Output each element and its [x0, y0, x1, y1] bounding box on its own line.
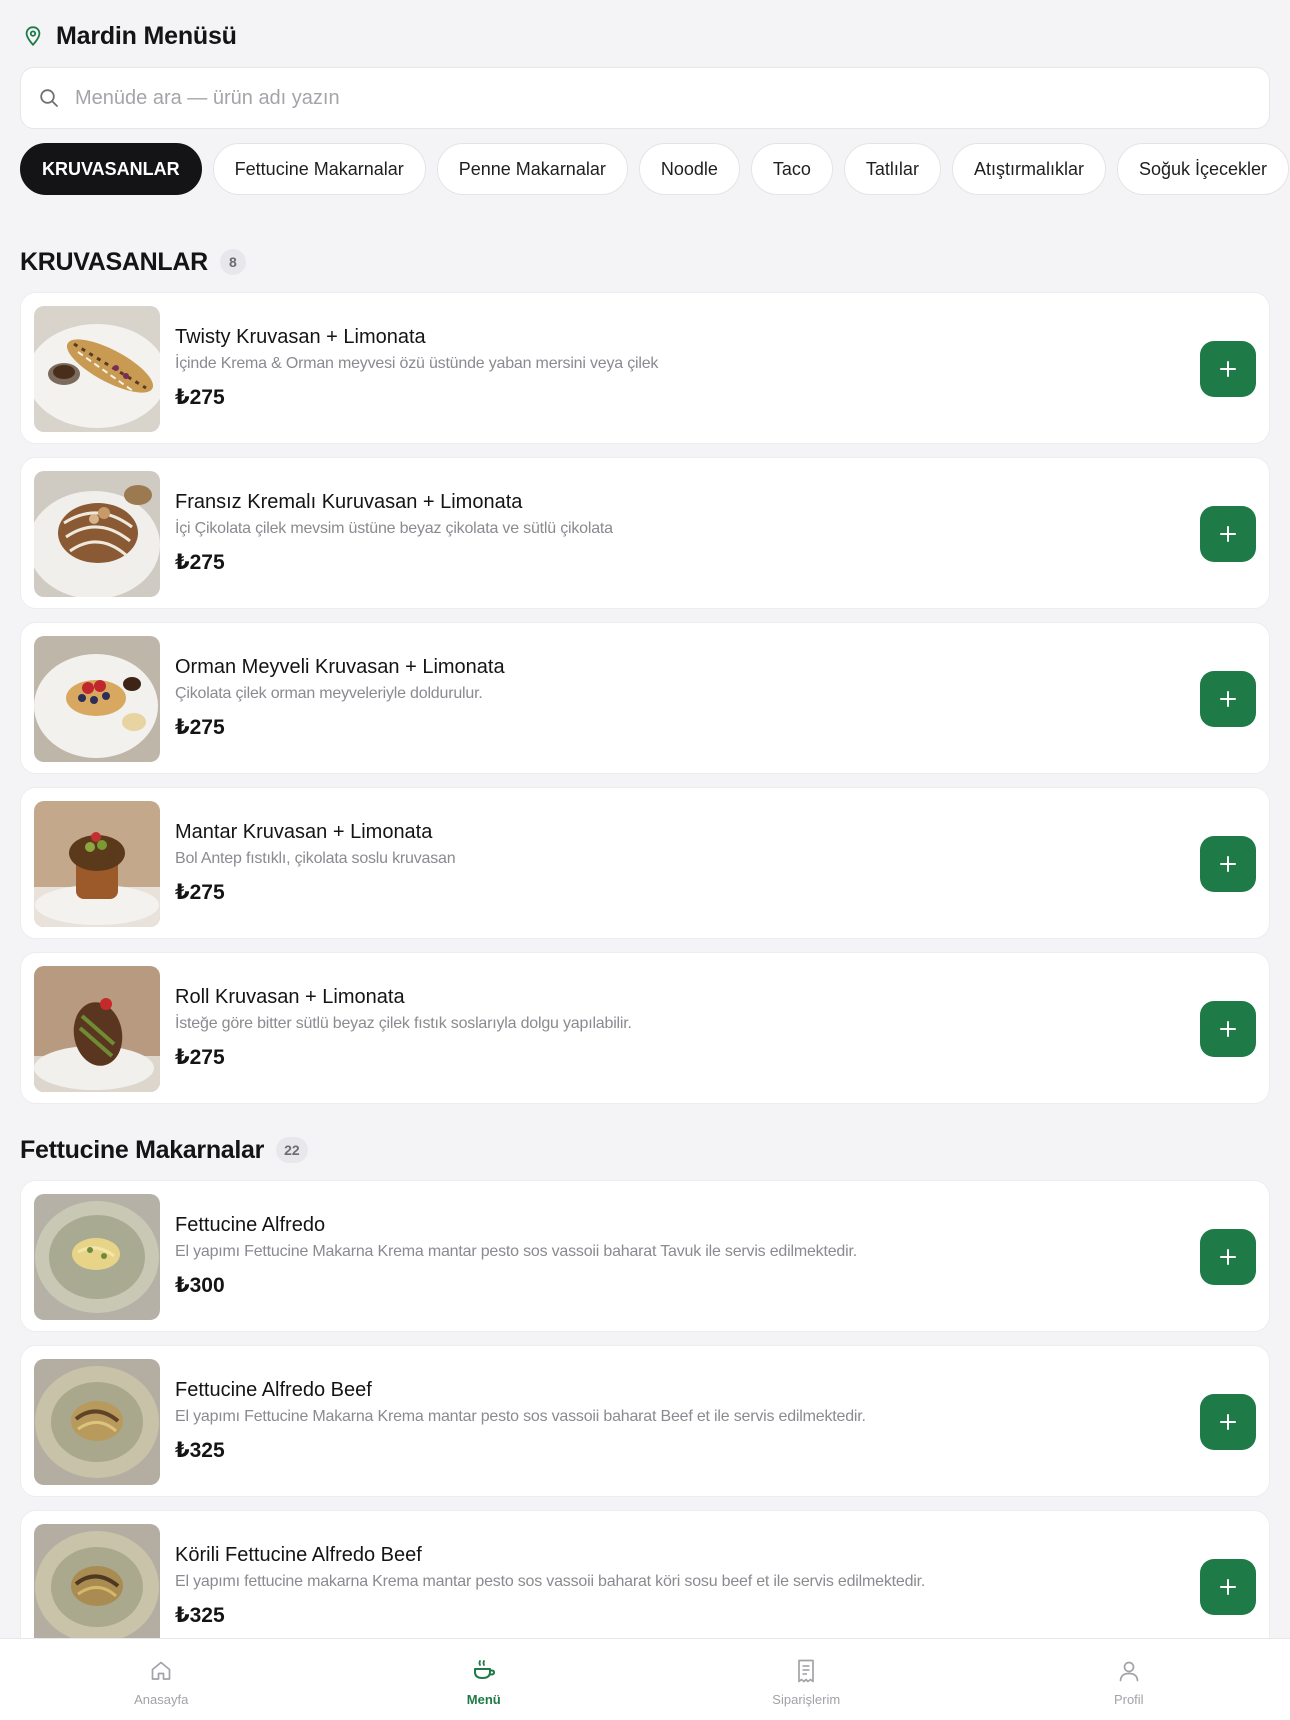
item-description: İçi Çikolata çilek mevsim üstüne beyaz ç… — [175, 520, 613, 537]
nav-label: Profil — [1113, 1692, 1144, 1707]
coffee-cup-icon — [470, 1657, 498, 1685]
category-chip-kruvasanlar[interactable]: KRUVASANLAR — [20, 143, 202, 195]
product-image — [34, 636, 160, 762]
item-name: Twisty Kruvasan + Limonata — [175, 326, 426, 348]
item-info: Körili Fettucine Alfredo Beef El yapımı … — [175, 1543, 1175, 1629]
add-to-cart-button[interactable] — [1200, 1001, 1256, 1057]
plus-icon — [1220, 526, 1236, 542]
category-chip-penne[interactable]: Penne Makarnalar — [436, 143, 628, 195]
category-chip-noodle[interactable]: Noodle — [638, 143, 740, 195]
menu-item-card[interactable]: Twisty Kruvasan + Limonata İçinde Krema … — [20, 292, 1270, 444]
item-name: Fransız Kremalı Kuruvasan + Limonata — [175, 491, 523, 513]
add-to-cart-button[interactable] — [1200, 836, 1256, 892]
item-price: ₺275 — [175, 716, 225, 739]
product-image — [34, 471, 160, 597]
category-chip-soguk-icecekler[interactable]: Soğuk İçecekler — [1116, 143, 1290, 195]
product-image — [34, 1524, 160, 1650]
receipt-icon — [792, 1657, 820, 1685]
item-info: Fransız Kremalı Kuruvasan + Limonata İçi… — [175, 490, 1175, 576]
plus-icon — [1220, 1249, 1236, 1265]
add-to-cart-button[interactable] — [1200, 1559, 1256, 1615]
item-price: ₺325 — [175, 1604, 225, 1627]
item-info: Orman Meyveli Kruvasan + Limonata Çikola… — [175, 655, 1175, 741]
item-name: Roll Kruvasan + Limonata — [175, 986, 405, 1008]
item-description: Bol Antep fıstıklı, çikolata soslu kruva… — [175, 850, 456, 867]
item-description: El yapımı Fettucine Makarna Krema mantar… — [175, 1408, 866, 1425]
product-image — [34, 306, 160, 432]
item-name: Mantar Kruvasan + Limonata — [175, 821, 433, 843]
category-chip-atistirmaliklar[interactable]: Atıştırmalıklar — [951, 143, 1106, 195]
item-name: Fettucine Alfredo — [175, 1214, 326, 1236]
item-name: Körili Fettucine Alfredo Beef — [175, 1544, 422, 1566]
plus-icon — [1220, 1021, 1236, 1037]
menu-app: Mardin Menüsü KRUVASANLAR Fettucine Maka… — [0, 0, 1290, 1720]
menu-item-card[interactable]: Orman Meyveli Kruvasan + Limonata Çikola… — [20, 622, 1270, 774]
menu-item-card[interactable]: Fettucine Alfredo El yapımı Fettucine Ma… — [20, 1180, 1270, 1332]
item-info: Twisty Kruvasan + Limonata İçinde Krema … — [175, 325, 1175, 411]
item-description: İsteğe göre bitter sütlü beyaz çilek fıs… — [175, 1015, 632, 1032]
section-header-kruvasanlar: KRUVASANLAR 8 — [20, 242, 246, 282]
nav-item-anasayfa[interactable]: Anasayfa — [0, 1639, 323, 1720]
add-to-cart-button[interactable] — [1200, 1229, 1256, 1285]
nav-label: Siparişlerim — [772, 1692, 841, 1707]
item-info: Roll Kruvasan + Limonata İsteğe göre bit… — [175, 985, 1175, 1071]
item-description: Çikolata çilek orman meyveleriyle doldur… — [175, 685, 483, 702]
bottom-nav: Anasayfa Menü Siparişlerim Profil — [0, 1638, 1290, 1720]
category-chip-tatlilar[interactable]: Tatlılar — [843, 143, 941, 195]
section-count-badge: 22 — [276, 1137, 308, 1163]
search-bar[interactable] — [20, 67, 1270, 129]
add-to-cart-button[interactable] — [1200, 1394, 1256, 1450]
search-icon — [39, 87, 61, 109]
item-price: ₺275 — [175, 386, 225, 409]
item-price: ₺275 — [175, 881, 225, 904]
product-image — [34, 1194, 160, 1320]
add-to-cart-button[interactable] — [1200, 506, 1256, 562]
section-count-badge: 8 — [219, 249, 246, 275]
item-info: Mantar Kruvasan + Limonata Bol Antep fıs… — [175, 820, 1175, 906]
menu-item-card[interactable]: Mantar Kruvasan + Limonata Bol Antep fıs… — [20, 787, 1270, 939]
item-description: El yapımı fettucine makarna Krema mantar… — [175, 1573, 926, 1590]
section-title: Fettucine Makarnalar — [20, 1135, 265, 1164]
section-title: KRUVASANLAR — [20, 247, 208, 276]
nav-label: Anasayfa — [134, 1692, 189, 1707]
menu-item-card[interactable]: Fettucine Alfredo Beef El yapımı Fettuci… — [20, 1345, 1270, 1497]
page-title: Mardin Menüsü — [56, 21, 237, 50]
home-icon — [147, 1657, 175, 1685]
section-header-fettucine: Fettucine Makarnalar 22 — [20, 1130, 308, 1170]
product-image — [34, 801, 160, 927]
item-description: İçinde Krema & Orman meyvesi özü üstünde… — [175, 355, 659, 372]
product-image — [34, 966, 160, 1092]
item-name: Orman Meyveli Kruvasan + Limonata — [175, 656, 505, 678]
plus-icon — [1220, 1414, 1236, 1430]
nav-item-profil[interactable]: Profil — [968, 1639, 1290, 1720]
category-chip-fettucine[interactable]: Fettucine Makarnalar — [212, 143, 426, 195]
product-image — [34, 1359, 160, 1485]
plus-icon — [1220, 1579, 1236, 1595]
plus-icon — [1220, 856, 1236, 872]
menu-item-card[interactable]: Roll Kruvasan + Limonata İsteğe göre bit… — [20, 952, 1270, 1104]
category-chip-taco[interactable]: Taco — [750, 143, 833, 195]
nav-item-siparislerim[interactable]: Siparişlerim — [645, 1639, 968, 1720]
item-price: ₺325 — [175, 1439, 225, 1462]
nav-item-menu[interactable]: Menü — [323, 1639, 646, 1720]
nav-label: Menü — [466, 1692, 501, 1707]
item-info: Fettucine Alfredo Beef El yapımı Fettuci… — [175, 1378, 1175, 1464]
item-info: Fettucine Alfredo El yapımı Fettucine Ma… — [175, 1213, 1175, 1299]
item-name: Fettucine Alfredo Beef — [175, 1379, 372, 1401]
user-icon — [1115, 1657, 1143, 1685]
category-tabs: KRUVASANLAR Fettucine Makarnalar Penne M… — [20, 143, 1290, 195]
search-input[interactable] — [75, 86, 1225, 110]
item-price: ₺275 — [175, 1046, 225, 1069]
menu-item-card[interactable]: Fransız Kremalı Kuruvasan + Limonata İçi… — [20, 457, 1270, 609]
map-pin-icon — [22, 25, 44, 47]
plus-icon — [1220, 691, 1236, 707]
add-to-cart-button[interactable] — [1200, 341, 1256, 397]
item-price: ₺300 — [175, 1274, 225, 1297]
add-to-cart-button[interactable] — [1200, 671, 1256, 727]
item-description: El yapımı Fettucine Makarna Krema mantar… — [175, 1243, 857, 1260]
header: Mardin Menüsü — [20, 18, 237, 54]
item-price: ₺275 — [175, 551, 225, 574]
plus-icon — [1220, 361, 1236, 377]
